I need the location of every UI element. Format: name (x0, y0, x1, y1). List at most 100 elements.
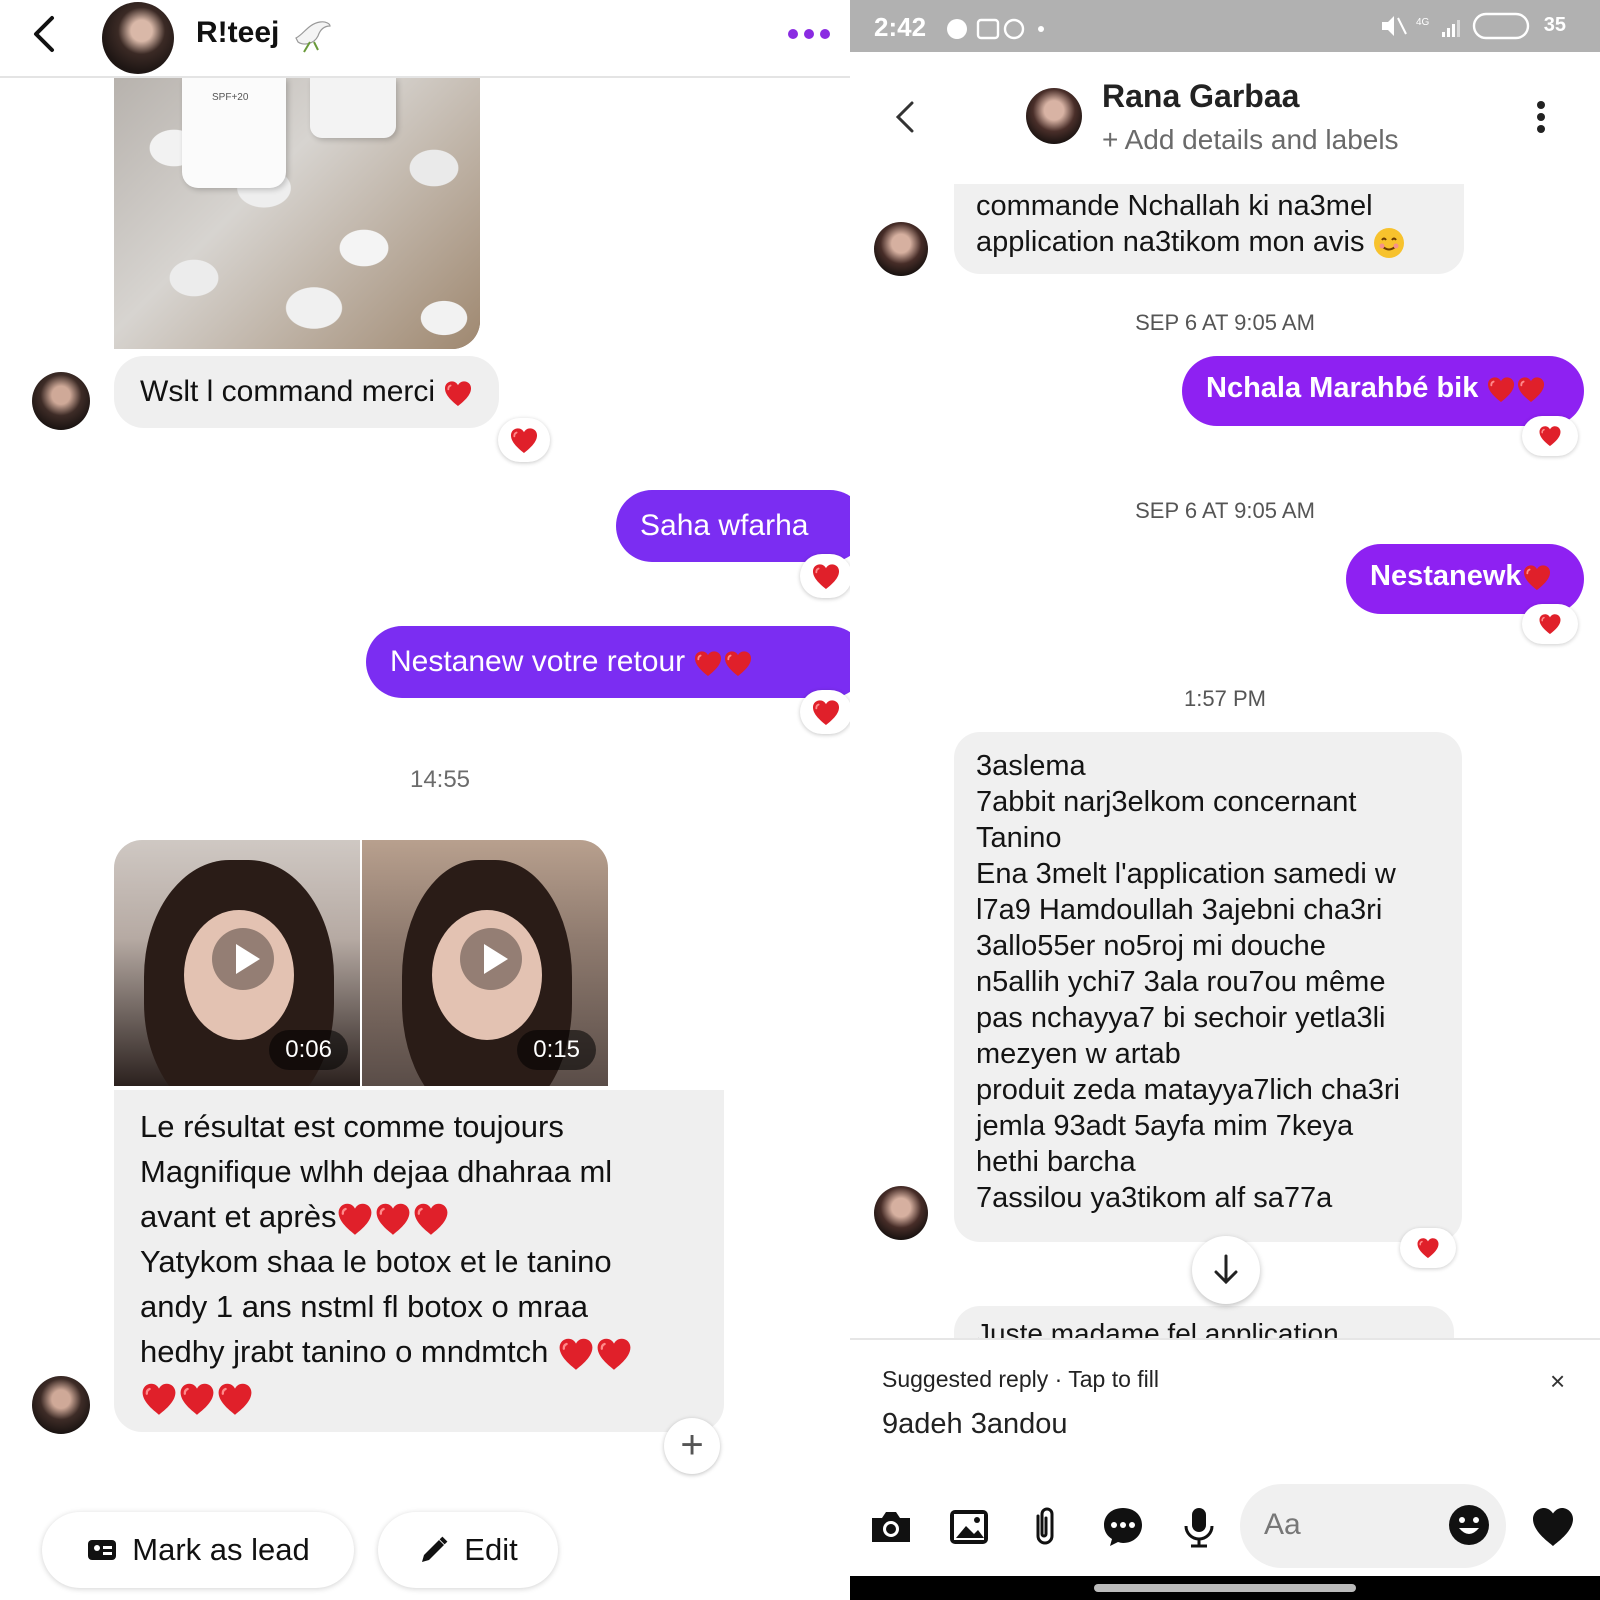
heart-icon (1538, 425, 1562, 447)
gallery-icon[interactable] (946, 1504, 992, 1550)
message-line: hedhy jrabt tanino o mndmtch (140, 1334, 549, 1369)
message-text: Juste madame fel application (976, 1318, 1339, 1338)
avatar[interactable] (102, 2, 174, 74)
suggested-reply-heading: Suggested reply · Tap to fill (882, 1366, 1160, 1392)
sender-avatar[interactable] (32, 372, 90, 430)
play-icon[interactable] (212, 928, 274, 990)
heart-emoji-icon (723, 650, 753, 677)
conversation-header: R!teej (0, 0, 850, 78)
sender-avatar[interactable] (32, 1376, 90, 1434)
message-line: 3aslema (976, 750, 1086, 782)
chat-bubble-icon[interactable] (1100, 1504, 1146, 1550)
heart-icon (1416, 1237, 1440, 1259)
message-line: commande Nchallah ki na3mel (976, 190, 1373, 222)
video-thumbnail[interactable]: 0:15 (362, 840, 608, 1086)
back-icon[interactable] (892, 100, 918, 134)
sender-avatar[interactable] (874, 1186, 928, 1240)
heart-reaction[interactable] (498, 418, 550, 462)
message-line: avant et après (140, 1199, 337, 1234)
contact-name[interactable]: Rana Garbaa (1102, 78, 1299, 115)
battery-level: 35 (1543, 14, 1566, 36)
heart-emoji-icon (1486, 376, 1516, 403)
play-icon[interactable] (460, 928, 522, 990)
message-line: produit zeda matayya7lich cha3ri (976, 1074, 1400, 1106)
video-duration: 0:15 (517, 1030, 596, 1070)
home-indicator[interactable] (1094, 1584, 1356, 1592)
camera-icon[interactable] (868, 1504, 914, 1550)
composer: Aa (850, 1462, 1600, 1576)
emoji-icon[interactable] (1446, 1502, 1492, 1548)
message-line: 7assilou ya3tikom alf sa77a (976, 1182, 1333, 1214)
message-input[interactable]: Aa (1240, 1484, 1506, 1568)
status-time: 2:42 (874, 12, 927, 42)
heart-send-icon[interactable] (1530, 1504, 1576, 1550)
heart-icon (1538, 613, 1562, 635)
add-reaction-button[interactable]: + (664, 1418, 720, 1474)
message-bubble-sent[interactable]: Nestanew votre retour (366, 626, 850, 698)
heart-emoji-icon (216, 1382, 254, 1416)
back-icon[interactable] (26, 14, 66, 54)
message-text: Nestanew votre retour (390, 645, 686, 678)
contact-name[interactable]: R!teej (196, 16, 279, 50)
message-bubble-received[interactable]: Wslt l command merci (114, 356, 500, 428)
system-nav-bar (850, 1576, 1600, 1600)
conversation-header: Rana Garbaa + Add details and labels (850, 52, 1600, 184)
svg-text:4G: 4G (1416, 17, 1430, 28)
sender-avatar[interactable] (874, 222, 928, 276)
message-text: Nestanewk (1370, 560, 1522, 592)
message-text: Saha wfarha (640, 509, 809, 542)
message-line: hethi barcha (976, 1146, 1136, 1178)
message-bubble-received[interactable]: Le résultat est comme toujours Magnifiqu… (114, 1090, 724, 1432)
dove-emoji-icon (295, 21, 331, 53)
kebab-menu-icon[interactable] (1536, 100, 1546, 134)
message-bubble-received[interactable]: commande Nchallah ki na3mel application … (954, 184, 1464, 274)
heart-emoji-icon (443, 380, 473, 407)
message-line: 7abbit narj3elkom concernant (976, 786, 1357, 818)
suggested-reply-text[interactable]: 9adeh 3andou (882, 1408, 1067, 1441)
heart-emoji-icon (557, 1337, 595, 1371)
right-conversation: 2:42 4G 35 Rana Garbaa + Add details and… (850, 0, 1600, 1600)
button-label: Edit (464, 1532, 518, 1567)
message-line: Tanino (976, 822, 1062, 854)
lead-card-icon (88, 1540, 117, 1560)
button-label: Mark as lead (132, 1532, 310, 1567)
message-bubble-partial[interactable]: Juste madame fel application (954, 1306, 1454, 1338)
microphone-icon[interactable] (1176, 1504, 1222, 1550)
edit-button[interactable]: Edit (378, 1512, 558, 1588)
suggested-reply-panel: Suggested reply · Tap to fill 9adeh 3and… (850, 1338, 1600, 1462)
timestamp: SEP 6 AT 9:05 AM (1135, 310, 1315, 335)
heart-emoji-icon (595, 1337, 633, 1371)
heart-reaction[interactable] (1522, 604, 1578, 644)
heart-icon (811, 699, 841, 726)
heart-reaction[interactable] (1400, 1228, 1456, 1268)
message-line: n5allih ychi7 3ala rou7ou même (976, 966, 1386, 998)
message-bubble-received[interactable]: 3aslema 7abbit narj3elkom concernant Tan… (954, 732, 1462, 1242)
avatar[interactable] (1026, 88, 1082, 144)
message-line: Magnifique wlhh dejaa dhahraa ml (140, 1154, 613, 1189)
timestamp: 14:55 (409, 766, 471, 793)
product-photo[interactable]: SPF+20 (114, 78, 480, 349)
notification-icons (947, 18, 1044, 40)
message-text: Wslt l command merci (140, 375, 436, 408)
heart-reaction[interactable] (800, 554, 850, 598)
scroll-to-bottom-button[interactable] (1192, 1236, 1260, 1304)
message-text: Nchala Marahbé bik (1206, 372, 1479, 404)
heart-reaction[interactable] (800, 690, 850, 734)
status-bar: 2:42 4G 35 (850, 0, 1600, 52)
message-bubble-sent[interactable]: Saha wfarha (616, 490, 850, 562)
add-details-link[interactable]: + Add details and labels (1102, 124, 1399, 156)
heart-emoji-icon (178, 1382, 216, 1416)
arrow-down-icon (1214, 1254, 1238, 1285)
message-line: mezyen w artab (976, 1038, 1181, 1070)
message-line: Ena 3melt l'application samedi w (976, 858, 1396, 890)
message-bubble-sent[interactable]: Nchala Marahbé bik (1182, 356, 1584, 426)
video-duration: 0:06 (269, 1030, 348, 1070)
more-options-icon[interactable] (786, 26, 832, 42)
heart-reaction[interactable] (1522, 416, 1578, 456)
video-thumbnail[interactable]: 0:06 (114, 840, 360, 1086)
close-icon[interactable]: × (1550, 1366, 1565, 1397)
mark-as-lead-button[interactable]: Mark as lead (42, 1512, 354, 1588)
message-line: application na3tikom mon avis (976, 226, 1365, 258)
message-line: Yatykom shaa le botox et le tanino (140, 1244, 612, 1279)
attachment-icon[interactable] (1022, 1504, 1068, 1550)
